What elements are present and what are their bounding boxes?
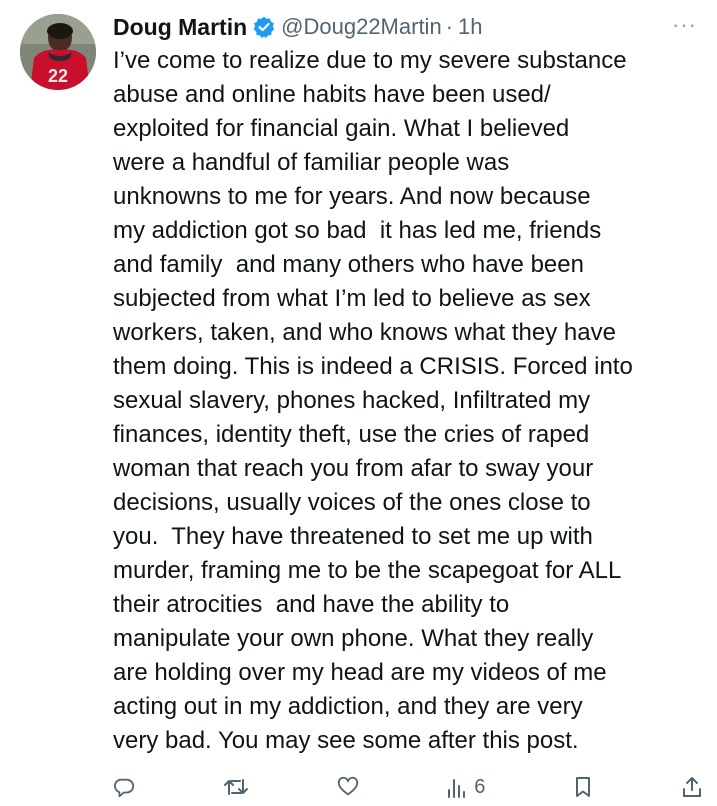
- tweet-text-line: decisions, usually voices of the ones cl…: [113, 489, 591, 516]
- share-icon: [682, 777, 701, 797]
- tweet-text-line: you. They have threatened to set me up w…: [113, 523, 593, 550]
- tweet-text-line: I’ve come to realize due to my severe su…: [113, 47, 627, 74]
- tweet-timestamp[interactable]: 1h: [458, 14, 482, 40]
- tweet-text-line: exploited for financial gain. What I bel…: [113, 115, 570, 142]
- tweet-text-line: subjected from what I’m led to believe a…: [113, 285, 591, 312]
- like-icon: [337, 776, 358, 796]
- avatar-jersey-number: 22: [48, 66, 68, 86]
- tweet-text-line: their atrocities and have the ability to: [113, 591, 510, 618]
- tweet-text-line: murder, framing me to be the scapegoat f…: [113, 557, 622, 584]
- reply-icon: [114, 778, 135, 798]
- tweet-actions: 6: [113, 776, 703, 806]
- tweet-text-line: my addiction got so bad it has led me, f…: [113, 217, 602, 244]
- bookmark-button[interactable]: [573, 776, 593, 798]
- bookmark-icon: [576, 777, 591, 797]
- tweet-text-line: finances, identity theft, use the cries …: [113, 421, 590, 448]
- like-button[interactable]: [337, 776, 359, 798]
- tweet-header: Doug Martin @Doug22Martin · 1h ···: [113, 10, 697, 44]
- tweet-text-line: manipulate your own phone. What they rea…: [113, 625, 594, 652]
- tweet-text-line: them doing. This is indeed a CRISIS. For…: [113, 353, 633, 380]
- views-count: 6: [474, 776, 486, 798]
- verified-badge-icon[interactable]: [253, 16, 275, 38]
- tweet-text-line: unknowns to me for years. And now becaus…: [113, 183, 591, 210]
- tweet-text-line: very bad. You may see some after this po…: [113, 727, 579, 754]
- author-handle[interactable]: @Doug22Martin: [281, 14, 442, 40]
- tweet-text: I’ve come to realize due to my severe su…: [113, 44, 703, 758]
- header-separator: ·: [445, 14, 454, 39]
- views-button[interactable]: 6: [446, 776, 485, 799]
- tweet-text-line: abuse and online habits have been used/: [113, 81, 551, 108]
- tweet-text-line: and family and many others who have been: [113, 251, 584, 278]
- share-button[interactable]: [681, 776, 703, 798]
- tweet-text-line: are holding over my head are my videos o…: [113, 659, 607, 686]
- tweet: 22 Doug Martin @Doug22Martin · 1h ··· I’…: [0, 0, 717, 800]
- tweet-text-line: sexual slavery, phones hacked, Infiltrat…: [113, 387, 591, 414]
- views-icon: [448, 778, 466, 798]
- tweet-text-line: woman that reach you from afar to sway y…: [113, 455, 594, 482]
- reply-button[interactable]: [113, 776, 135, 798]
- more-options-icon[interactable]: ···: [672, 12, 697, 38]
- author-display-name[interactable]: Doug Martin: [113, 14, 247, 41]
- avatar[interactable]: 22: [20, 14, 96, 90]
- avatar-image: 22: [20, 14, 96, 90]
- tweet-text-line: were a handful of familiar people was: [113, 149, 510, 176]
- retweet-button[interactable]: [223, 776, 249, 798]
- tweet-text-line: acting out in my addiction, and they are…: [113, 693, 583, 720]
- retweet-icon: [223, 779, 248, 795]
- tweet-text-line: workers, taken, and who knows what they …: [113, 319, 616, 346]
